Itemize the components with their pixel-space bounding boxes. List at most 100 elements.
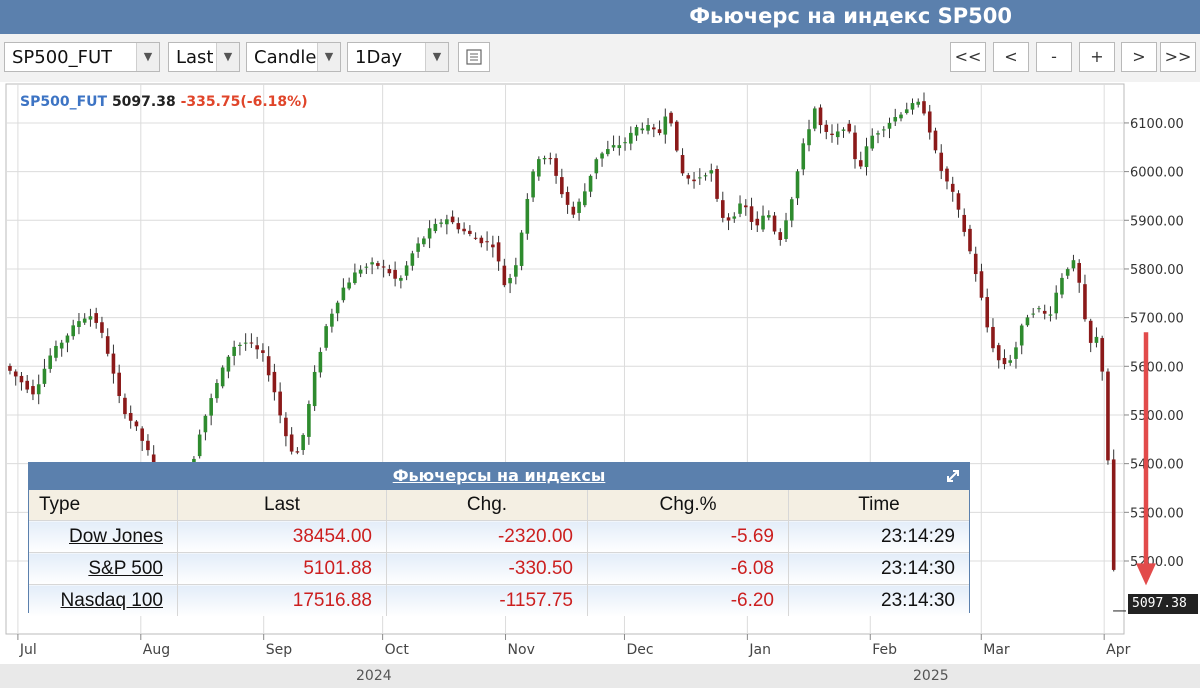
column-header-type: Type (29, 490, 178, 521)
time-cell: 23:14:30 (788, 584, 969, 616)
candle-body (881, 129, 886, 131)
candle-body (410, 253, 415, 266)
annotation-arrow-head (1136, 563, 1156, 586)
year-label-2025: 2025 (913, 668, 949, 684)
candle-body (479, 237, 484, 244)
interval-select[interactable]: 1Day ▼ (347, 42, 449, 72)
candle-body (916, 101, 921, 105)
candle-body (738, 203, 742, 214)
symbol-select[interactable]: SP500_FUT ▼ (4, 42, 160, 72)
candle-body (933, 130, 938, 151)
candle-body (657, 129, 662, 134)
table-title-link[interactable]: Фьючерсы на индексы (29, 466, 969, 485)
candle-body (1088, 320, 1093, 343)
candle-body (577, 201, 581, 213)
year-label-2024: 2024 (356, 668, 392, 684)
chg-pct-cell: -6.08 (587, 552, 789, 585)
candle-body (261, 350, 265, 353)
symbol-link[interactable]: S&P 500 (88, 558, 163, 579)
price-type-select[interactable]: Last ▼ (168, 42, 240, 72)
candle-body (456, 223, 461, 230)
candle-body (272, 371, 277, 393)
symbol-select-value: SP500_FUT (12, 47, 113, 68)
candle-body (893, 117, 898, 122)
column-header-chg-pct: Chg.% (587, 490, 789, 521)
candle-body (13, 371, 18, 377)
candle-body (347, 282, 351, 289)
candle-body (692, 179, 696, 182)
table-header-row: Type Last Chg. Chg.% Time (29, 490, 969, 521)
candle-body (462, 228, 466, 232)
candle-body (100, 322, 104, 333)
time-cell: 23:14:29 (788, 520, 969, 553)
candle-body (680, 155, 685, 174)
chevron-down-icon: ▼ (216, 43, 239, 71)
column-header-last: Last (177, 490, 387, 521)
chg-pct-cell: -5.69 (587, 520, 789, 553)
candle-body (36, 384, 41, 395)
candle-body (358, 269, 363, 274)
candle-body (973, 253, 978, 275)
candle-body (427, 228, 432, 239)
futures-table: Type Last Chg. Chg.% Time Dow Jones 3845… (29, 490, 969, 616)
candle-body (307, 403, 311, 437)
candle-body (404, 265, 409, 276)
candle-body (88, 316, 93, 320)
candle-body (445, 219, 449, 225)
chg-cell: -1157.75 (386, 584, 588, 616)
candle-body (54, 345, 58, 358)
zoom-in-button[interactable]: + (1079, 42, 1115, 72)
y-tick-label: 6100.00 (1130, 117, 1184, 132)
interval-select-value: 1Day (355, 47, 402, 68)
candle-body (25, 380, 30, 390)
scroll-right-button[interactable]: > (1121, 42, 1157, 72)
candle-body (537, 159, 541, 177)
candle-body (818, 107, 823, 126)
row-symbol-cell: Dow Jones (29, 520, 178, 553)
candle-body (1077, 263, 1082, 283)
chart-type-select[interactable]: Candle ▼ (246, 42, 341, 72)
candle-body (927, 111, 932, 133)
candle-body (985, 297, 990, 328)
candle-body (1025, 317, 1030, 326)
calendar-button[interactable] (458, 42, 490, 72)
candle-body (858, 160, 863, 167)
candle-body (243, 342, 248, 344)
scroll-end-button[interactable]: >> (1160, 42, 1196, 72)
symbol-link[interactable]: Nasdaq 100 (61, 590, 163, 611)
expand-icon[interactable] (945, 467, 961, 485)
candle-body (284, 417, 288, 437)
candle-body (508, 277, 512, 284)
candle-body (376, 263, 380, 266)
table-row: Nasdaq 100 17516.88 -1157.75 -6.20 23:14… (29, 584, 969, 616)
candle-body (416, 243, 420, 252)
chart-type-select-value: Candle (254, 47, 317, 68)
chevron-down-icon: ▼ (136, 43, 159, 71)
y-tick-label: 5600.00 (1130, 360, 1184, 375)
candle-body (1054, 292, 1059, 314)
candle-body (42, 368, 47, 384)
row-symbol-cell: S&P 500 (29, 552, 178, 585)
candle-body (583, 191, 587, 206)
candle-body (1100, 338, 1104, 372)
zoom-out-button[interactable]: - (1036, 42, 1072, 72)
scroll-start-button[interactable]: << (950, 42, 986, 72)
time-cell: 23:14:30 (788, 552, 969, 585)
price-type-select-value: Last (176, 47, 214, 68)
x-tick-label: Feb (872, 642, 897, 658)
candle-body (318, 351, 323, 373)
candle-body (496, 242, 501, 262)
scroll-left-button[interactable]: < (993, 42, 1029, 72)
candle-body (295, 451, 300, 453)
candle-body (1071, 260, 1076, 269)
candle-body (784, 220, 788, 239)
quote-change: -335.75(-6.18%) (180, 94, 308, 110)
candle-body (571, 206, 576, 215)
candle-body (853, 132, 857, 160)
candle-body (519, 232, 524, 266)
candle-body (847, 123, 852, 132)
symbol-link[interactable]: Dow Jones (69, 526, 163, 547)
table-row: S&P 500 5101.88 -330.50 -6.08 23:14:30 (29, 552, 969, 585)
candle-body (629, 132, 633, 144)
candle-body (94, 313, 98, 323)
